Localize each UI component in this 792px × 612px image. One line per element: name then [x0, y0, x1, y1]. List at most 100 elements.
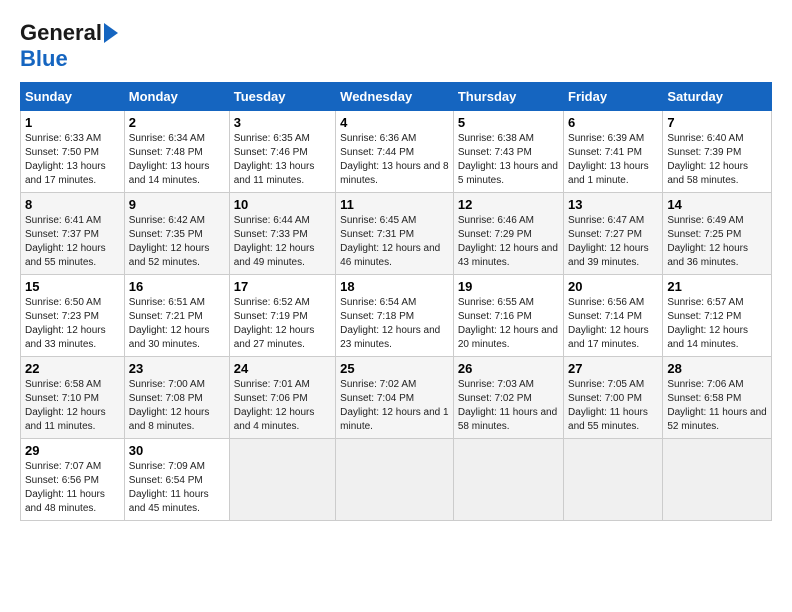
col-header-monday: Monday — [124, 83, 229, 111]
day-info: Sunrise: 6:41 AMSunset: 7:37 PMDaylight:… — [25, 215, 106, 268]
day-number: 21 — [667, 279, 767, 294]
calendar-cell: 3 Sunrise: 6:35 AMSunset: 7:46 PMDayligh… — [229, 111, 335, 193]
day-info: Sunrise: 6:40 AMSunset: 7:39 PMDaylight:… — [667, 133, 748, 186]
calendar-cell: 28 Sunrise: 7:06 AMSunset: 6:58 PMDaylig… — [663, 357, 772, 439]
calendar-cell: 16 Sunrise: 6:51 AMSunset: 7:21 PMDaylig… — [124, 275, 229, 357]
calendar-cell: 29 Sunrise: 7:07 AMSunset: 6:56 PMDaylig… — [21, 439, 125, 521]
calendar-cell: 9 Sunrise: 6:42 AMSunset: 7:35 PMDayligh… — [124, 193, 229, 275]
day-number: 9 — [129, 197, 225, 212]
day-info: Sunrise: 6:51 AMSunset: 7:21 PMDaylight:… — [129, 297, 210, 350]
calendar-cell: 7 Sunrise: 6:40 AMSunset: 7:39 PMDayligh… — [663, 111, 772, 193]
day-number: 14 — [667, 197, 767, 212]
day-number: 15 — [25, 279, 120, 294]
day-info: Sunrise: 6:45 AMSunset: 7:31 PMDaylight:… — [340, 215, 440, 268]
logo: General Blue — [20, 20, 118, 72]
col-header-saturday: Saturday — [663, 83, 772, 111]
calendar-cell: 4 Sunrise: 6:36 AMSunset: 7:44 PMDayligh… — [336, 111, 454, 193]
day-info: Sunrise: 6:52 AMSunset: 7:19 PMDaylight:… — [234, 297, 315, 350]
calendar-cell: 12 Sunrise: 6:46 AMSunset: 7:29 PMDaylig… — [453, 193, 563, 275]
day-number: 27 — [568, 361, 658, 376]
calendar-cell: 11 Sunrise: 6:45 AMSunset: 7:31 PMDaylig… — [336, 193, 454, 275]
day-number: 29 — [25, 443, 120, 458]
week-row: 1 Sunrise: 6:33 AMSunset: 7:50 PMDayligh… — [21, 111, 772, 193]
day-info: Sunrise: 6:39 AMSunset: 7:41 PMDaylight:… — [568, 133, 649, 186]
calendar-cell: 18 Sunrise: 6:54 AMSunset: 7:18 PMDaylig… — [336, 275, 454, 357]
day-number: 22 — [25, 361, 120, 376]
day-number: 2 — [129, 115, 225, 130]
day-number: 5 — [458, 115, 559, 130]
page-header: General Blue — [20, 20, 772, 72]
calendar-cell: 21 Sunrise: 6:57 AMSunset: 7:12 PMDaylig… — [663, 275, 772, 357]
calendar-cell: 2 Sunrise: 6:34 AMSunset: 7:48 PMDayligh… — [124, 111, 229, 193]
col-header-tuesday: Tuesday — [229, 83, 335, 111]
day-info: Sunrise: 7:03 AMSunset: 7:02 PMDaylight:… — [458, 379, 557, 432]
day-number: 3 — [234, 115, 331, 130]
calendar-cell: 8 Sunrise: 6:41 AMSunset: 7:37 PMDayligh… — [21, 193, 125, 275]
day-number: 28 — [667, 361, 767, 376]
calendar-cell: 25 Sunrise: 7:02 AMSunset: 7:04 PMDaylig… — [336, 357, 454, 439]
calendar-cell: 13 Sunrise: 6:47 AMSunset: 7:27 PMDaylig… — [564, 193, 663, 275]
day-info: Sunrise: 7:07 AMSunset: 6:56 PMDaylight:… — [25, 461, 105, 514]
day-info: Sunrise: 7:01 AMSunset: 7:06 PMDaylight:… — [234, 379, 315, 432]
day-info: Sunrise: 6:55 AMSunset: 7:16 PMDaylight:… — [458, 297, 558, 350]
day-number: 26 — [458, 361, 559, 376]
calendar-cell: 6 Sunrise: 6:39 AMSunset: 7:41 PMDayligh… — [564, 111, 663, 193]
day-number: 13 — [568, 197, 658, 212]
day-info: Sunrise: 6:44 AMSunset: 7:33 PMDaylight:… — [234, 215, 315, 268]
calendar-cell: 10 Sunrise: 6:44 AMSunset: 7:33 PMDaylig… — [229, 193, 335, 275]
day-number: 12 — [458, 197, 559, 212]
day-number: 8 — [25, 197, 120, 212]
day-number: 10 — [234, 197, 331, 212]
week-row: 29 Sunrise: 7:07 AMSunset: 6:56 PMDaylig… — [21, 439, 772, 521]
calendar-cell: 20 Sunrise: 6:56 AMSunset: 7:14 PMDaylig… — [564, 275, 663, 357]
week-row: 8 Sunrise: 6:41 AMSunset: 7:37 PMDayligh… — [21, 193, 772, 275]
calendar-cell — [663, 439, 772, 521]
day-number: 18 — [340, 279, 449, 294]
calendar-cell: 30 Sunrise: 7:09 AMSunset: 6:54 PMDaylig… — [124, 439, 229, 521]
calendar-cell — [453, 439, 563, 521]
day-info: Sunrise: 6:33 AMSunset: 7:50 PMDaylight:… — [25, 133, 106, 186]
day-info: Sunrise: 6:36 AMSunset: 7:44 PMDaylight:… — [340, 133, 448, 186]
calendar-cell: 22 Sunrise: 6:58 AMSunset: 7:10 PMDaylig… — [21, 357, 125, 439]
day-info: Sunrise: 6:35 AMSunset: 7:46 PMDaylight:… — [234, 133, 315, 186]
day-number: 23 — [129, 361, 225, 376]
day-info: Sunrise: 6:34 AMSunset: 7:48 PMDaylight:… — [129, 133, 210, 186]
calendar-cell: 27 Sunrise: 7:05 AMSunset: 7:00 PMDaylig… — [564, 357, 663, 439]
day-info: Sunrise: 6:46 AMSunset: 7:29 PMDaylight:… — [458, 215, 558, 268]
day-number: 6 — [568, 115, 658, 130]
calendar-cell: 26 Sunrise: 7:03 AMSunset: 7:02 PMDaylig… — [453, 357, 563, 439]
day-number: 30 — [129, 443, 225, 458]
day-info: Sunrise: 6:57 AMSunset: 7:12 PMDaylight:… — [667, 297, 748, 350]
day-number: 7 — [667, 115, 767, 130]
calendar-cell: 15 Sunrise: 6:50 AMSunset: 7:23 PMDaylig… — [21, 275, 125, 357]
calendar-table: SundayMondayTuesdayWednesdayThursdayFrid… — [20, 82, 772, 521]
day-number: 20 — [568, 279, 658, 294]
col-header-thursday: Thursday — [453, 83, 563, 111]
day-info: Sunrise: 6:58 AMSunset: 7:10 PMDaylight:… — [25, 379, 106, 432]
calendar-cell — [564, 439, 663, 521]
day-number: 17 — [234, 279, 331, 294]
day-info: Sunrise: 7:00 AMSunset: 7:08 PMDaylight:… — [129, 379, 210, 432]
calendar-cell — [336, 439, 454, 521]
col-header-sunday: Sunday — [21, 83, 125, 111]
logo-general: General — [20, 20, 102, 46]
day-number: 11 — [340, 197, 449, 212]
day-number: 4 — [340, 115, 449, 130]
calendar-cell: 17 Sunrise: 6:52 AMSunset: 7:19 PMDaylig… — [229, 275, 335, 357]
day-number: 1 — [25, 115, 120, 130]
day-info: Sunrise: 6:49 AMSunset: 7:25 PMDaylight:… — [667, 215, 748, 268]
day-number: 24 — [234, 361, 331, 376]
logo-blue: Blue — [20, 46, 68, 71]
col-header-wednesday: Wednesday — [336, 83, 454, 111]
col-header-friday: Friday — [564, 83, 663, 111]
day-info: Sunrise: 6:42 AMSunset: 7:35 PMDaylight:… — [129, 215, 210, 268]
week-row: 15 Sunrise: 6:50 AMSunset: 7:23 PMDaylig… — [21, 275, 772, 357]
day-info: Sunrise: 6:54 AMSunset: 7:18 PMDaylight:… — [340, 297, 440, 350]
day-info: Sunrise: 6:38 AMSunset: 7:43 PMDaylight:… — [458, 133, 558, 186]
day-info: Sunrise: 7:02 AMSunset: 7:04 PMDaylight:… — [340, 379, 448, 432]
day-info: Sunrise: 6:50 AMSunset: 7:23 PMDaylight:… — [25, 297, 106, 350]
calendar-cell: 23 Sunrise: 7:00 AMSunset: 7:08 PMDaylig… — [124, 357, 229, 439]
calendar-cell: 5 Sunrise: 6:38 AMSunset: 7:43 PMDayligh… — [453, 111, 563, 193]
day-number: 16 — [129, 279, 225, 294]
logo-arrow-icon — [104, 23, 118, 43]
